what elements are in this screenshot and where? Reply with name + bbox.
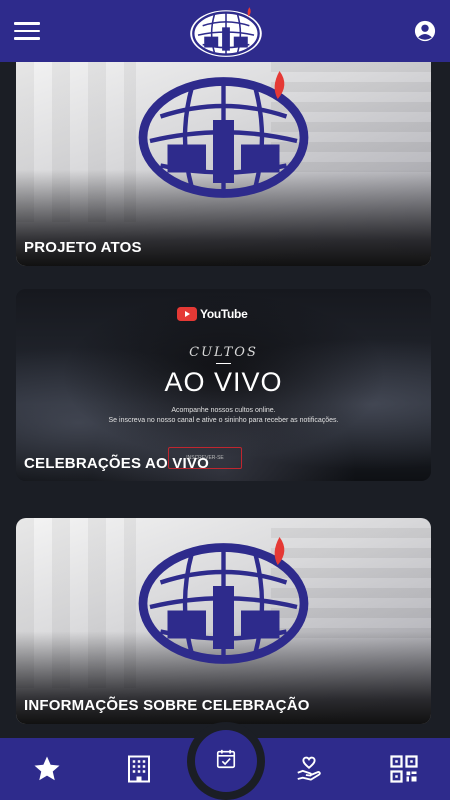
banner-description-line2: Se inscreva no nosso canal e ative o sin… [108, 417, 339, 424]
banner-kicker: CULTOS [189, 345, 258, 360]
card-title: CELEBRAÇÕES AO VIVO [24, 455, 209, 472]
card-title: PROJETO ATOS [24, 239, 142, 256]
hamburger-icon[interactable] [14, 22, 40, 40]
banner-headline: AO VIVO [164, 367, 283, 397]
youtube-logo: YouTube [177, 307, 248, 321]
church-logo [190, 7, 262, 57]
star-icon[interactable] [32, 754, 62, 784]
hand-heart-icon[interactable] [294, 754, 324, 784]
account-icon[interactable] [414, 20, 436, 42]
youtube-icon [177, 307, 197, 321]
calendar-check-icon [216, 749, 236, 769]
youtube-wordmark: YouTube [200, 307, 248, 321]
banner-divider [216, 363, 231, 364]
top-app-bar [0, 0, 450, 62]
card-title: INFORMAÇÕES SOBRE CELEBRAÇÃO [24, 697, 310, 714]
banner-description-line1: Acompanhe nossos cultos online. [171, 407, 276, 414]
card-informacoes-celebracao[interactable]: INFORMAÇÕES SOBRE CELEBRAÇÃO [16, 518, 431, 724]
feed-list: PROJETO ATOS YouTube CULTOS AO VIVO Acom… [0, 62, 450, 738]
card-projeto-atos[interactable]: PROJETO ATOS [16, 62, 431, 266]
calendar-button-face [195, 730, 257, 792]
calendar-button[interactable] [187, 722, 265, 800]
building-icon[interactable] [124, 754, 154, 784]
qr-code-icon[interactable] [389, 754, 419, 784]
church-logo [138, 537, 309, 664]
church-logo [138, 71, 309, 198]
card-celebracoes-ao-vivo[interactable]: YouTube CULTOS AO VIVO Acompanhe nossos … [16, 289, 431, 481]
